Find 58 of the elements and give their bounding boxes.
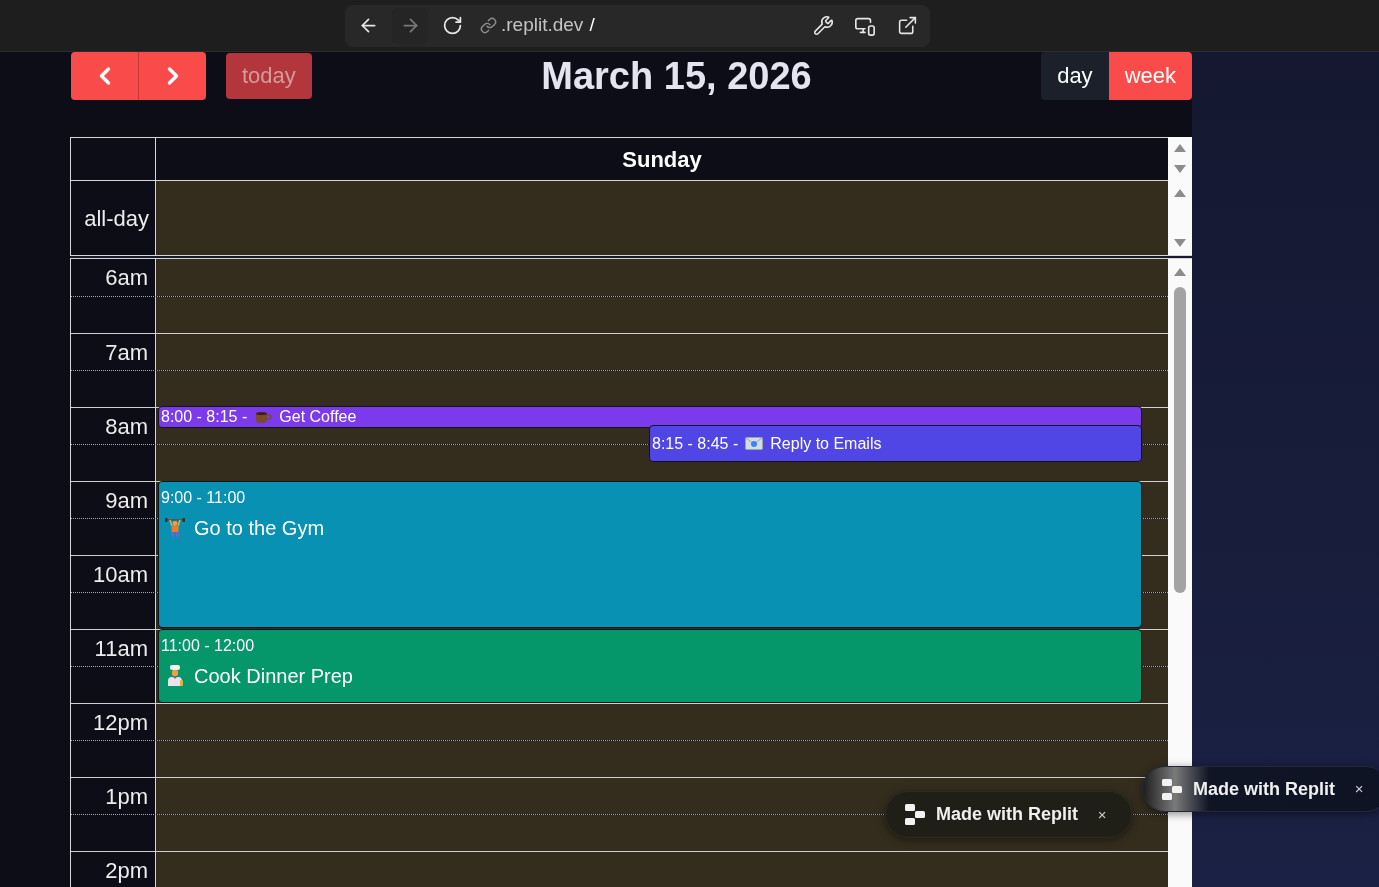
previous-button[interactable]	[71, 52, 138, 100]
wrench-icon	[812, 15, 834, 36]
made-with-badge[interactable]: Made with Replit ×	[885, 791, 1132, 838]
close-label: ×	[1354, 780, 1364, 798]
event-block[interactable]: 8:00 - 8:15 - Get Coffee	[158, 406, 1142, 428]
view-tab-label: day	[1057, 63, 1093, 89]
scroll-up-icon[interactable]	[1174, 268, 1186, 276]
event-title: Reply to Emails	[770, 433, 882, 454]
event-title: Get Coffee	[279, 407, 357, 427]
hour-label: 10am	[92, 562, 148, 588]
cup-icon	[254, 409, 273, 425]
view-tab[interactable]: week	[1108, 52, 1192, 100]
url-host: .replit.dev	[501, 13, 584, 38]
badge-label: Made with Replit	[936, 803, 1078, 826]
event-block[interactable]: 8:15 - 8:45 - Reply to Emails	[649, 425, 1142, 462]
date-title: March 15, 2026	[541, 54, 812, 99]
chef-icon	[165, 665, 185, 687]
url-path: /	[589, 13, 595, 38]
weightlifter-icon	[165, 518, 185, 538]
blocks-logo-icon	[905, 804, 925, 825]
hour-label: 7am	[105, 340, 148, 366]
hour-label: 8am	[105, 414, 148, 440]
envelope-icon	[745, 437, 764, 450]
scroll-up-icon[interactable]	[1174, 189, 1186, 197]
close-button[interactable]: ×	[1350, 780, 1368, 798]
time-slot[interactable]	[156, 371, 1168, 407]
hour-label: 12pm	[92, 710, 148, 736]
link-icon	[480, 17, 497, 34]
event-time: 8:15 - 8:45 -	[652, 433, 739, 454]
scrollbar-thumb[interactable]	[1174, 287, 1186, 593]
hour-label: 11am	[94, 636, 148, 662]
event-time: 8:00 - 8:15 -	[161, 407, 248, 427]
event-title: Cook Dinner Prep	[194, 664, 353, 688]
event-title: Go to the Gym	[194, 516, 325, 540]
scroll-up-icon[interactable]	[1174, 144, 1186, 152]
event-time: 11:00 - 12:00	[161, 636, 255, 656]
hour-label: 6am	[105, 265, 148, 291]
close-button[interactable]: ×	[1093, 805, 1111, 824]
next-button[interactable]	[138, 52, 206, 100]
view-tab[interactable]: day	[1041, 52, 1109, 100]
made-with-badge[interactable]: Made with Replit ×	[1142, 766, 1379, 812]
scroll-down-icon[interactable]	[1174, 165, 1186, 173]
hour-label: 9am	[105, 488, 148, 514]
scroll-down-icon[interactable]	[1174, 239, 1186, 247]
hour-label: 2pm	[105, 858, 148, 884]
day-header: Sunday	[622, 145, 702, 174]
event-block[interactable]: 9:00 - 11:00 Go to the Gym	[158, 481, 1142, 628]
external-link-icon	[896, 15, 918, 36]
close-label: ×	[1097, 805, 1107, 824]
view-tab-label: week	[1124, 63, 1176, 89]
badge-label: Made with Replit	[1193, 777, 1335, 801]
reload-icon	[441, 15, 463, 36]
all-day-label: all-day	[84, 204, 149, 233]
today-label: today	[242, 63, 296, 89]
hour-label: 1pm	[105, 784, 148, 810]
event-block[interactable]: 11:00 - 12:00 Cook Dinner Prep	[158, 629, 1142, 703]
event-time: 9:00 - 11:00	[161, 488, 246, 508]
blocks-logo-icon	[1162, 778, 1182, 800]
